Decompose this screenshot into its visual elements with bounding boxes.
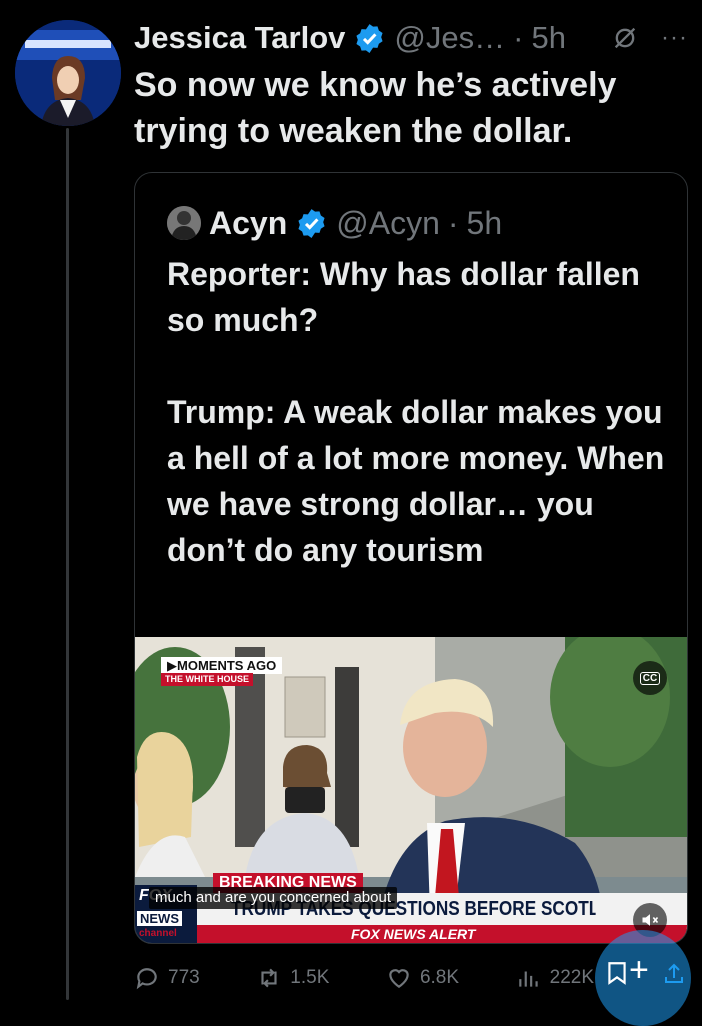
view-count: 222K [549, 967, 594, 988]
like-button[interactable]: 6.8K [386, 965, 459, 991]
reply-button[interactable]: 773 [134, 965, 200, 991]
share-icon[interactable] [662, 962, 686, 986]
verified-badge-icon [356, 23, 383, 53]
video-player[interactable]: ▶MOMENTS AGO THE WHITE HOUSE CC BREAKING… [135, 637, 687, 943]
reply-count: 773 [168, 967, 200, 988]
quoted-tweet-header: Acyn @Acyn · 5h [167, 201, 502, 245]
repost-icon [261, 968, 277, 988]
video-caption: much and are you concerned about [149, 887, 397, 909]
like-count: 6.8K [419, 967, 460, 988]
bookmark-icon[interactable] [604, 960, 630, 986]
author-name[interactable]: Jessica Tarlov [134, 20, 345, 56]
separator-dot: · [513, 20, 524, 55]
muted-bell-icon[interactable] [611, 24, 639, 52]
avatar[interactable] [15, 20, 121, 126]
logo-mid-text: NEWS [137, 911, 182, 926]
quoted-tweet-text: Reporter: Why has dollar fallen so much?… [167, 256, 665, 568]
fox-news-alert-label: FOX NEWS ALERT [351, 926, 476, 942]
author-handle[interactable]: @Jes… [394, 20, 505, 56]
tweet-text: So now we know he’s actively trying to w… [134, 66, 617, 150]
volume-muted-glyph [642, 914, 659, 926]
avatar-photo [15, 20, 121, 126]
repost-count: 1.5K [290, 967, 330, 988]
more-icon[interactable]: ··· [661, 24, 688, 52]
quoted-author-handle: @Acyn [336, 204, 440, 241]
tweet-header: Jessica Tarlov @Jes… · 5h ··· [134, 16, 688, 60]
cc-icon[interactable]: CC [633, 661, 667, 695]
cc-label: CC [639, 671, 661, 685]
quoted-avatar-photo [167, 206, 201, 240]
moments-ago-badge: ▶MOMENTS AGO [161, 657, 283, 674]
quoted-timestamp: 5h [466, 204, 503, 241]
like-icon [389, 969, 409, 988]
views-icon [518, 971, 538, 987]
timestamp[interactable]: 5h [531, 20, 565, 56]
tweet-action-bar: 773 1.5K 6.8K 222K [134, 958, 594, 998]
verified-badge-icon [298, 208, 325, 238]
repost-button[interactable]: 1.5K [256, 965, 329, 991]
quoted-tweet-card[interactable]: Acyn @Acyn · 5h Reporter: Why has dollar… [134, 172, 688, 944]
separator-dot: · [447, 204, 459, 241]
logo-bottom-text: channel [139, 928, 177, 939]
location-badge: THE WHITE HOUSE [161, 673, 254, 686]
thread-connector-line [66, 128, 69, 1000]
quoted-author-name: Acyn [209, 204, 288, 241]
reply-icon [136, 968, 157, 990]
views-button[interactable]: 222K [516, 965, 594, 991]
quoted-avatar [167, 206, 201, 240]
plus-icon[interactable]: + [629, 953, 649, 987]
